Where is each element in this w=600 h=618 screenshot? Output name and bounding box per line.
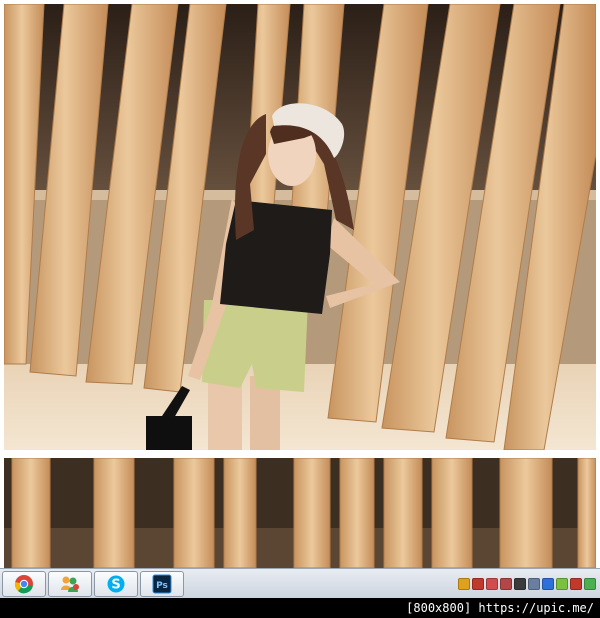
steam-icon[interactable] xyxy=(514,578,526,590)
chrome-icon xyxy=(14,575,33,594)
speech-icon[interactable] xyxy=(556,578,568,590)
battery-icon[interactable] xyxy=(584,578,596,590)
lightbulb-icon[interactable] xyxy=(458,578,470,590)
system-tray xyxy=(458,574,596,594)
shield-icon[interactable] xyxy=(472,578,484,590)
skype-icon: S xyxy=(107,575,125,593)
flask-icon[interactable] xyxy=(570,578,582,590)
network-icon[interactable] xyxy=(528,578,540,590)
photoshop-icon: Ps xyxy=(152,574,172,594)
image-viewer-frame: S Ps [800x800] https://upic.me/ xyxy=(0,0,600,618)
bolt-icon[interactable] xyxy=(542,578,554,590)
taskbar-messenger-button[interactable] xyxy=(48,571,92,597)
watermark-url[interactable]: https://upic.me/ xyxy=(478,601,594,615)
svg-text:S: S xyxy=(111,578,120,593)
watermark-size: [800x800] xyxy=(406,601,472,615)
monitor-icon[interactable] xyxy=(500,578,512,590)
photo-illustration xyxy=(4,4,596,450)
photoshop-label: Ps xyxy=(156,581,168,591)
messenger-people-icon xyxy=(61,576,79,592)
photo-illustration-secondary xyxy=(4,458,596,568)
fashion-photo-secondary xyxy=(4,458,596,568)
taskbar-chrome-button[interactable] xyxy=(2,571,46,597)
taskbar: S Ps xyxy=(0,568,600,598)
watermark-bar: [800x800] https://upic.me/ xyxy=(0,598,600,618)
pin-icon[interactable] xyxy=(486,578,498,590)
taskbar-skype-button[interactable]: S xyxy=(94,571,138,597)
taskbar-photoshop-button[interactable]: Ps xyxy=(140,571,184,597)
watermark-text: [800x800] https://upic.me/ xyxy=(406,600,594,616)
fashion-photo-main xyxy=(4,4,596,450)
